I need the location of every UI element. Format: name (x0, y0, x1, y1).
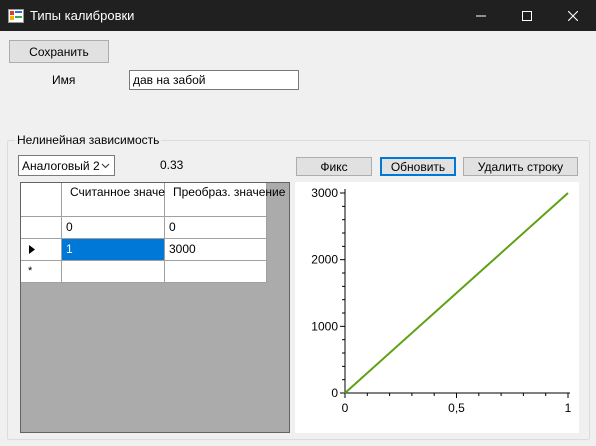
y-tick-label: 0 (331, 386, 338, 400)
row-header[interactable] (21, 217, 62, 239)
x-tick-label: 1 (565, 401, 572, 415)
cell-converted[interactable] (165, 261, 267, 283)
table-row[interactable]: 0 0 (21, 217, 267, 239)
series-line (344, 192, 569, 394)
window-title: Типы калибровки (30, 8, 135, 23)
chevron-down-icon (101, 163, 110, 169)
close-icon (568, 10, 578, 21)
x-tick-label: 0,5 (448, 401, 465, 415)
y-tick-label: 3000 (311, 186, 338, 200)
channel-select[interactable]: Аналоговый 2 (18, 155, 115, 176)
table-row[interactable]: 1 3000 (21, 239, 267, 261)
name-input[interactable]: дав на забой (129, 70, 299, 90)
chart-svg: 0 1000 2000 3000 0 0,5 1 (311, 186, 572, 415)
row-header[interactable] (21, 239, 62, 261)
fix-button[interactable]: Фикс (296, 157, 372, 176)
calibration-chart: 0 1000 2000 3000 0 0,5 1 (295, 182, 579, 433)
cell-converted[interactable]: 3000 (165, 239, 267, 261)
app-icon (8, 8, 24, 24)
y-tick-label: 1000 (311, 319, 338, 333)
calibration-table[interactable]: Считанное значение Преобраз. значение 0 … (20, 182, 290, 433)
cell-read[interactable] (62, 261, 165, 283)
column-header-converted[interactable]: Преобраз. значение (165, 183, 285, 217)
refresh-button[interactable]: Обновить (380, 157, 456, 176)
save-button[interactable]: Сохранить (9, 40, 109, 63)
name-label: Имя (52, 73, 76, 87)
minimize-button[interactable] (458, 0, 504, 31)
table-header: Считанное значение Преобраз. значение (21, 183, 285, 217)
new-row-marker: * (28, 265, 33, 277)
cell-read[interactable]: 1 (62, 239, 165, 261)
channel-select-value: Аналоговый 2 (22, 158, 100, 173)
new-table-row[interactable]: * (21, 261, 267, 283)
row-header[interactable]: * (21, 261, 62, 283)
x-tick-label: 0 (342, 401, 349, 415)
maximize-button[interactable] (504, 0, 550, 31)
cell-converted[interactable]: 0 (165, 217, 267, 239)
y-tick-label: 2000 (311, 253, 338, 267)
group-title: Нелинейная зависимость (15, 133, 162, 147)
current-row-arrow-icon (29, 245, 35, 254)
column-header-read[interactable]: Считанное значение (62, 183, 185, 217)
close-button[interactable] (550, 0, 596, 31)
title-bar: Типы калибровки (0, 0, 596, 31)
coefficient-value: 0.33 (160, 158, 184, 172)
corner-header[interactable] (21, 183, 62, 217)
delete-row-button[interactable]: Удалить строку (463, 157, 578, 176)
cell-read[interactable]: 0 (62, 217, 165, 239)
